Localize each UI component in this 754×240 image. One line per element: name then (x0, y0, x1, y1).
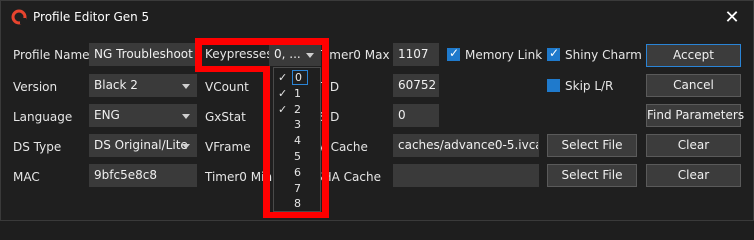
shiny-charm-label: Shiny Charm (565, 48, 642, 62)
ds-type-select-value: DS Original/Lite (94, 138, 188, 152)
cancel-button[interactable]: Cancel (646, 74, 741, 97)
gxstat-label: GxStat (205, 110, 246, 124)
close-button[interactable]: ✕ (713, 3, 751, 32)
keypress-option-checkmark-icon (278, 149, 290, 165)
keypress-option-label: 0 (292, 70, 308, 85)
highlight-frame-bottom (263, 212, 329, 218)
keypress-option-label: 5 (294, 150, 301, 163)
vframe-label: VFrame (205, 140, 251, 154)
memory-link-checkbox[interactable]: ✓ (447, 46, 460, 61)
keypress-option[interactable]: 8 (274, 196, 320, 212)
keypress-option[interactable]: 3 (274, 117, 320, 133)
keypress-option-label: 6 (294, 165, 301, 179)
keypress-option-label: 7 (294, 181, 301, 195)
highlight-frame-top (195, 38, 329, 45)
language-label: Language (13, 110, 73, 124)
version-label: Version (13, 80, 58, 94)
sha-cache-input[interactable] (393, 164, 539, 187)
keypress-option[interactable]: 4 (274, 133, 320, 149)
keypress-option[interactable]: 7 (274, 181, 320, 197)
keypress-option[interactable]: ✓ 2 (274, 102, 320, 118)
keypress-option-checkmark-icon (278, 165, 290, 181)
accept-button[interactable]: Accept (646, 44, 741, 67)
keypress-option-label: 8 (294, 197, 301, 211)
language-select-value: ENG (94, 108, 120, 122)
timer0-max-input[interactable]: 1107 (393, 43, 439, 66)
app-logo-icon (11, 9, 27, 25)
select-sha-cache-file-button[interactable]: Select File (547, 164, 637, 187)
iv-cache-input[interactable]: caches/advance0-5.ivcache (393, 134, 539, 157)
version-select-value: Black 2 (94, 78, 138, 92)
keypress-option-checkmark-icon (278, 133, 290, 149)
checkmark-icon: ✓ (549, 46, 560, 60)
profile-editor-window: Profile Editor Gen 5 ✕ Profile Name Vers… (0, 0, 754, 221)
window-title: Profile Editor Gen 5 (33, 10, 150, 24)
chevron-down-icon (306, 53, 314, 58)
shiny-charm-checkbox[interactable]: ✓ (547, 46, 560, 61)
keypress-option[interactable]: ✓ 0 (274, 70, 320, 86)
skip-lr-label: Skip L/R (565, 79, 614, 93)
mac-label: MAC (13, 170, 40, 184)
keypress-option[interactable]: 5 (274, 149, 320, 165)
timer0-max-label: Timer0 Max (319, 48, 390, 62)
ds-type-select[interactable]: DS Original/Lite (89, 134, 197, 157)
profile-name-input[interactable]: NG Troubleshooting (89, 43, 195, 66)
clear-sha-cache-button[interactable]: Clear (646, 164, 741, 187)
highlight-frame-right (322, 38, 329, 217)
highlight-frame-inner-left (263, 66, 270, 217)
keypress-option-checkmark-icon (278, 181, 290, 197)
keypress-option-checkmark-icon: ✓ (278, 86, 288, 100)
vcount-label: VCount (205, 80, 249, 94)
close-icon: ✕ (724, 7, 740, 28)
profile-name-label: Profile Name (13, 48, 90, 62)
clear-iv-cache-button[interactable]: Clear (646, 134, 741, 157)
mac-input[interactable]: 9bfc5e8c8 (89, 164, 197, 187)
ds-type-label: DS Type (13, 140, 62, 154)
keypresses-select-value: 0, ... (274, 47, 301, 61)
keypress-option-label: 1 (294, 86, 301, 100)
keypress-option-checkmark-icon: ✓ (278, 102, 288, 116)
skip-lr-checkbox[interactable] (547, 79, 560, 92)
keypresses-dropdown-list: ✓ 0 ✓ 1 ✓ 2 3 4 5 6 7 8 (273, 67, 321, 212)
keypresses-select[interactable]: 0, ... (269, 43, 321, 66)
keypress-option-checkmark-icon: ✓ (278, 71, 288, 84)
keypress-option-checkmark-icon (278, 196, 290, 212)
title-bar: Profile Editor Gen 5 ✕ (1, 1, 753, 34)
keypress-option-checkmark-icon (278, 117, 290, 133)
language-select[interactable]: ENG (89, 104, 197, 127)
timer0-min-label: Timer0 Min (205, 170, 273, 184)
keypress-option-label: 3 (294, 118, 301, 132)
keypress-option-label: 2 (294, 102, 301, 116)
select-iv-cache-file-button[interactable]: Select File (547, 134, 637, 157)
sid-input[interactable]: 0 (393, 104, 439, 127)
keypresses-label: Keypresses (205, 43, 273, 66)
find-parameters-button[interactable]: Find Parameters (646, 104, 744, 127)
keypress-option-label: 4 (294, 134, 301, 148)
highlight-frame-step (195, 66, 270, 72)
chevron-down-icon (182, 84, 190, 89)
checkmark-icon: ✓ (449, 46, 460, 60)
version-select[interactable]: Black 2 (89, 74, 197, 97)
memory-link-label: Memory Link (465, 48, 543, 62)
tid-input[interactable]: 60752 (393, 74, 439, 97)
chevron-down-icon (182, 144, 190, 149)
keypress-option[interactable]: 6 (274, 165, 320, 181)
keypress-option[interactable]: ✓ 1 (274, 86, 320, 102)
chevron-down-icon (182, 114, 190, 119)
